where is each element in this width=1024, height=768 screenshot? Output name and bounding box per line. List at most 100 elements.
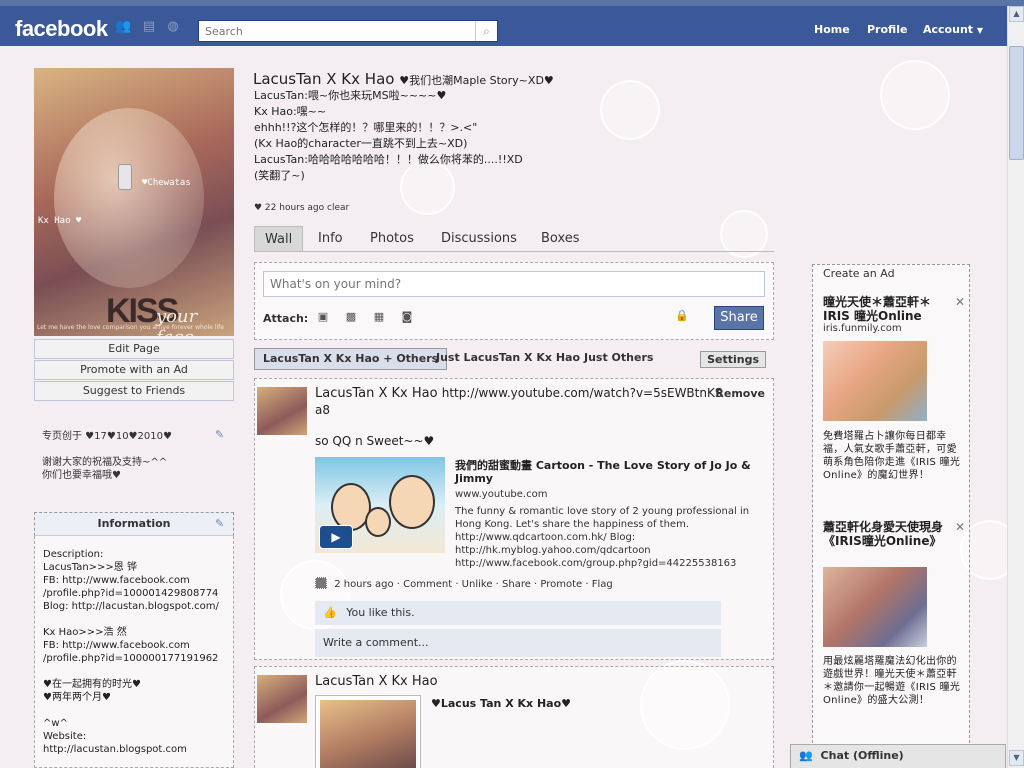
story-photo-image xyxy=(320,700,416,768)
phone-in-photo xyxy=(118,164,132,190)
tab-info[interactable]: Info xyxy=(308,226,353,252)
background-balloon xyxy=(880,60,950,130)
publisher: Attach: ▣ ▩ ▦ ◙ 🔒 Share xyxy=(254,262,774,340)
story-meta-links[interactable]: 2 hours ago · Comment · Unlike · Share ·… xyxy=(334,579,613,590)
attachment-domain: www.youtube.com xyxy=(455,489,548,500)
wall-story: LacusTan X Kx Hao http://www.youtube.com… xyxy=(254,378,774,660)
lock-icon[interactable]: 🔒 xyxy=(675,309,689,322)
tab-wall[interactable]: Wall xyxy=(254,226,304,252)
story-url-continued[interactable]: a8 xyxy=(315,403,330,417)
top-bar: facebook 👥 ▤ ◍ ⌕ Home Profile Account ▼ xyxy=(0,0,1024,46)
attach-link-icon[interactable]: ▣ xyxy=(315,309,331,325)
search-box: ⌕ xyxy=(198,20,498,42)
information-text: Description: LacusTan>>>恩 铧 FB: http://w… xyxy=(43,549,219,755)
avatar[interactable] xyxy=(257,675,307,723)
photo-highlight xyxy=(54,108,204,288)
edit-pencil-icon[interactable]: ✎ xyxy=(215,517,224,530)
ad-image[interactable] xyxy=(823,567,927,647)
tab-discussions[interactable]: Discussions xyxy=(431,226,527,252)
filter-just-others[interactable]: Just Others xyxy=(584,348,653,370)
chevron-down-icon: ▼ xyxy=(976,26,984,35)
edit-page-button[interactable]: Edit Page xyxy=(34,339,234,359)
share-button[interactable]: Share xyxy=(714,306,764,330)
information-heading-label: Information xyxy=(97,517,171,530)
information-box: Description: LacusTan>>>恩 铧 FB: http://w… xyxy=(34,536,234,768)
write-comment-box[interactable]: Write a comment... xyxy=(315,629,721,657)
ad-text: 用最炫麗塔羅魔法幻化出你的遊戲世界！曈光天使＊蕭亞軒＊邀請你一起暢遊《IRIS … xyxy=(823,656,961,706)
story-photo-caption: ♥Lacus Tan X Kx Hao♥ xyxy=(431,697,571,710)
story-author-name[interactable]: LacusTan X Kx Hao xyxy=(315,674,438,689)
cartoon-face xyxy=(389,475,435,529)
photo-name-tag: ♥Chewatas xyxy=(142,178,191,188)
information-heading: Information xyxy=(34,512,234,536)
tab-photos[interactable]: Photos xyxy=(360,226,424,252)
nav-home[interactable]: Home xyxy=(814,23,850,36)
like-bar: 👍 You like this. xyxy=(315,601,721,625)
scroll-thumb[interactable] xyxy=(1009,46,1024,160)
nav-account[interactable]: Account ▼ xyxy=(923,23,983,36)
search-icon[interactable]: ⌕ xyxy=(475,21,497,41)
avatar[interactable] xyxy=(257,387,307,435)
profile-picture[interactable]: ♥Chewatas Kx Hao ♥ KISS your face Let me… xyxy=(34,68,234,336)
search-input[interactable] xyxy=(199,21,475,41)
photo-caption: Let me have the love comparison you arri… xyxy=(37,324,224,331)
status-text: LacusTan:喂~你也来玩MS啦~~~~♥ Kx Hao:嘿~~ ehhh!… xyxy=(254,89,523,182)
story-photo[interactable] xyxy=(315,695,421,768)
nav-profile[interactable]: Profile xyxy=(867,23,907,36)
video-icon xyxy=(315,577,327,589)
edit-pencil-icon[interactable]: ✎ xyxy=(215,428,224,441)
close-icon[interactable]: ✕ xyxy=(955,520,965,534)
promote-with-ad-button[interactable]: Promote with an Ad xyxy=(34,360,234,380)
scroll-up-arrow-icon[interactable]: ▲ xyxy=(1009,6,1024,22)
page-bio: 专页创于 ♥17♥10♥2010♥ 谢谢大家的祝福及支持~^^ 你们也要幸福哦♥ xyxy=(42,431,172,481)
close-icon[interactable]: ✕ xyxy=(955,295,965,309)
ad-title[interactable]: 蕭亞軒化身愛天使現身《IRIS曈光Online》 xyxy=(823,520,948,548)
chat-label: Chat (Offline) xyxy=(820,749,904,762)
like-text: You like this. xyxy=(346,606,415,619)
nav-account-label: Account xyxy=(923,23,974,36)
messages-icon[interactable]: ▤ xyxy=(141,20,157,34)
photo-your-face-text: your face xyxy=(156,306,198,336)
filter-page-and-others[interactable]: LacusTan X Kx Hao + Others xyxy=(254,348,448,370)
friend-requests-icon[interactable]: 👥 xyxy=(115,20,131,34)
attach-label: Attach: xyxy=(263,312,309,325)
chat-users-icon: 👥 xyxy=(799,749,813,762)
notifications-icon[interactable]: ◍ xyxy=(165,20,181,34)
ad-image[interactable] xyxy=(823,341,927,421)
ads-column: Create an Ad 曈光天使＊蕭亞軒＊IRIS 曈光Online ✕ ir… xyxy=(812,264,970,768)
ad-title[interactable]: 曈光天使＊蕭亞軒＊IRIS 曈光Online xyxy=(823,295,948,323)
photo-kx-tag: Kx Hao ♥ xyxy=(38,216,82,226)
create-ad-link[interactable]: Create an Ad xyxy=(823,267,895,280)
status-inline: ♥我们也潮Maple Story~XD♥ xyxy=(399,74,554,87)
ad-domain: iris.funmily.com xyxy=(823,323,902,334)
attach-video-icon[interactable]: ◙ xyxy=(399,309,415,325)
cartoon-face xyxy=(365,507,391,537)
page-name[interactable]: LacusTan X Kx Hao xyxy=(253,70,394,88)
story-actions: 2 hours ago · Comment · Unlike · Share ·… xyxy=(315,577,613,590)
page-title: LacusTan X Kx Hao ♥我们也潮Maple Story~XD♥ xyxy=(253,70,554,88)
play-icon[interactable]: ▶ xyxy=(319,525,353,549)
attachment-title[interactable]: 我們的甜蜜動畫 Cartoon - The Love Story of Jo J… xyxy=(455,459,760,485)
wall-filter-bar: LacusTan X Kx Hao + Others Just LacusTan… xyxy=(254,348,774,370)
status-input[interactable] xyxy=(263,271,765,297)
tab-boxes[interactable]: Boxes xyxy=(531,226,590,252)
ad-text: 免費塔羅占卜讓你每日都幸福，人氣女歌手蕭亞軒，可愛萌系角色陪你走進《IRIS 曈… xyxy=(823,431,961,481)
filter-just-page[interactable]: Just LacusTan X Kx Hao xyxy=(436,348,580,370)
scroll-down-arrow-icon[interactable]: ▼ xyxy=(1009,750,1024,766)
story-header: LacusTan X Kx Hao http://www.youtube.com… xyxy=(315,386,722,401)
scrollbar[interactable]: ▲ ▼ xyxy=(1007,6,1024,768)
video-thumbnail[interactable]: ▶ xyxy=(315,457,445,553)
chat-bar[interactable]: 👥 Chat (Offline) xyxy=(790,744,1006,768)
attach-photo-icon[interactable]: ▩ xyxy=(343,309,359,325)
remove-link[interactable]: Remove xyxy=(715,387,765,400)
tab-divider xyxy=(254,251,774,252)
thumbs-up-icon: 👍 xyxy=(323,606,337,619)
settings-button[interactable]: Settings xyxy=(700,351,766,368)
story-url[interactable]: http://www.youtube.com/watch?v=5sEWBtnKS xyxy=(442,386,723,400)
wall-story: LacusTan X Kx Hao ♥Lacus Tan X Kx Hao♥ xyxy=(254,666,774,768)
attach-event-icon[interactable]: ▦ xyxy=(371,309,387,325)
facebook-logo[interactable]: facebook xyxy=(15,16,108,42)
suggest-to-friends-button[interactable]: Suggest to Friends xyxy=(34,381,234,401)
status-meta: ♥ 22 hours ago clear xyxy=(254,203,350,213)
story-author-name[interactable]: LacusTan X Kx Hao xyxy=(315,386,438,401)
